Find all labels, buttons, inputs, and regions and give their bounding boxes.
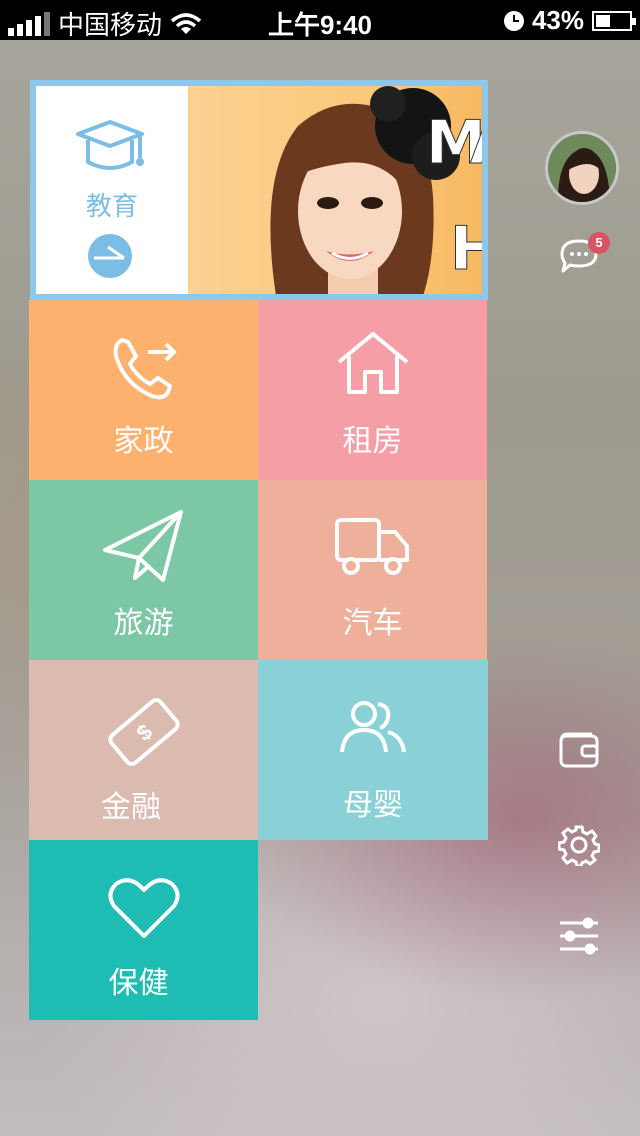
avatar[interactable] (545, 131, 619, 205)
heart-icon (108, 878, 179, 938)
sliders-icon[interactable] (558, 916, 600, 956)
battery-icon (592, 10, 636, 31)
tile-label: 租房 (342, 424, 403, 459)
truck-icon (334, 518, 409, 575)
banner-photo: M A H (188, 86, 482, 294)
tile-label: 家政 (113, 424, 174, 459)
tile-label: 汽车 (342, 606, 403, 641)
education-banner[interactable]: 教育 M A (30, 80, 488, 300)
tile-travel[interactable]: 旅游 (29, 480, 258, 660)
svg-text:$: $ (131, 719, 156, 746)
arrow-button[interactable] (88, 234, 132, 278)
gear-icon[interactable] (558, 824, 600, 866)
house-icon (337, 332, 408, 394)
wallet-icon[interactable] (558, 730, 600, 770)
alarm-clock-icon (503, 10, 524, 31)
education-panel[interactable]: 教育 (36, 86, 188, 294)
photo-letter-h: H (449, 214, 482, 285)
tile-label: 母婴 (343, 788, 403, 823)
arrow-icon (94, 245, 125, 260)
graduation-cap-icon (76, 120, 144, 170)
users-icon (340, 701, 406, 753)
paper-plane-icon (102, 510, 183, 582)
message-badge: 5 (588, 232, 610, 254)
education-label: 教育 (85, 192, 138, 222)
tile-mother-baby[interactable]: 母婴 (258, 660, 488, 840)
tile-label: 金融 (101, 790, 161, 825)
battery-percent: 43% (531, 5, 584, 35)
tile-auto[interactable]: 汽车 (258, 480, 487, 660)
tile-label: 旅游 (113, 606, 174, 641)
photo-letter-a: A (469, 108, 482, 179)
tile-rental[interactable]: 租房 (258, 300, 487, 480)
tile-finance[interactable]: $ 金融 (29, 660, 258, 840)
phone-forward-icon (113, 338, 177, 400)
tile-health[interactable]: 保健 (29, 840, 258, 1020)
money-bill-icon: $ (107, 698, 180, 766)
tile-housekeeping[interactable]: 家政 (29, 300, 258, 480)
tile-label: 保健 (108, 966, 169, 1001)
status-bar: 中国移动 上午9:40 43% (0, 0, 640, 40)
